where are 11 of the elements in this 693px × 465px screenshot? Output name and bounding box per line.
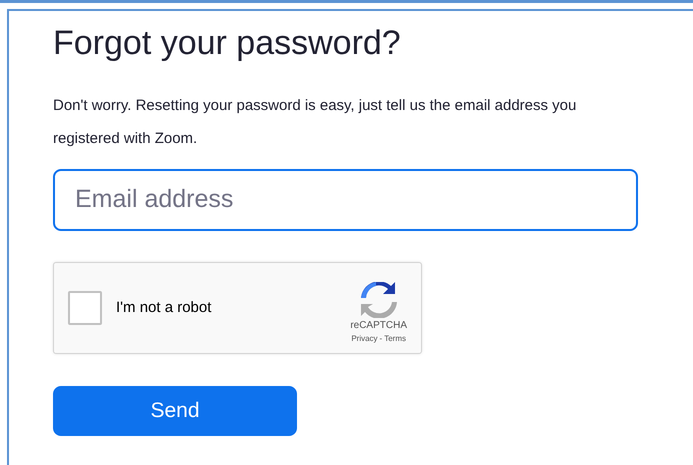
description-text: Don't worry. Resetting your password is easy, just tell us the email address you registered with Zoom. — [53, 96, 578, 149]
captcha-link[interactable]: Terms — [384, 333, 406, 346]
send-button[interactable]: Send — [53, 386, 297, 436]
captcha-link[interactable]: Privacy — [351, 333, 378, 346]
email-field[interactable]: Email address — [53, 168, 638, 231]
captcha-label: I'm not a robot — [116, 298, 212, 318]
link-separator: - — [380, 333, 382, 346]
page-title: Forgot your password? — [53, 23, 402, 64]
recaptcha-logo-icon — [360, 282, 398, 318]
recaptcha-brand: reCAPTCHA — [350, 319, 407, 334]
captcha-checkbox[interactable] — [68, 290, 102, 325]
